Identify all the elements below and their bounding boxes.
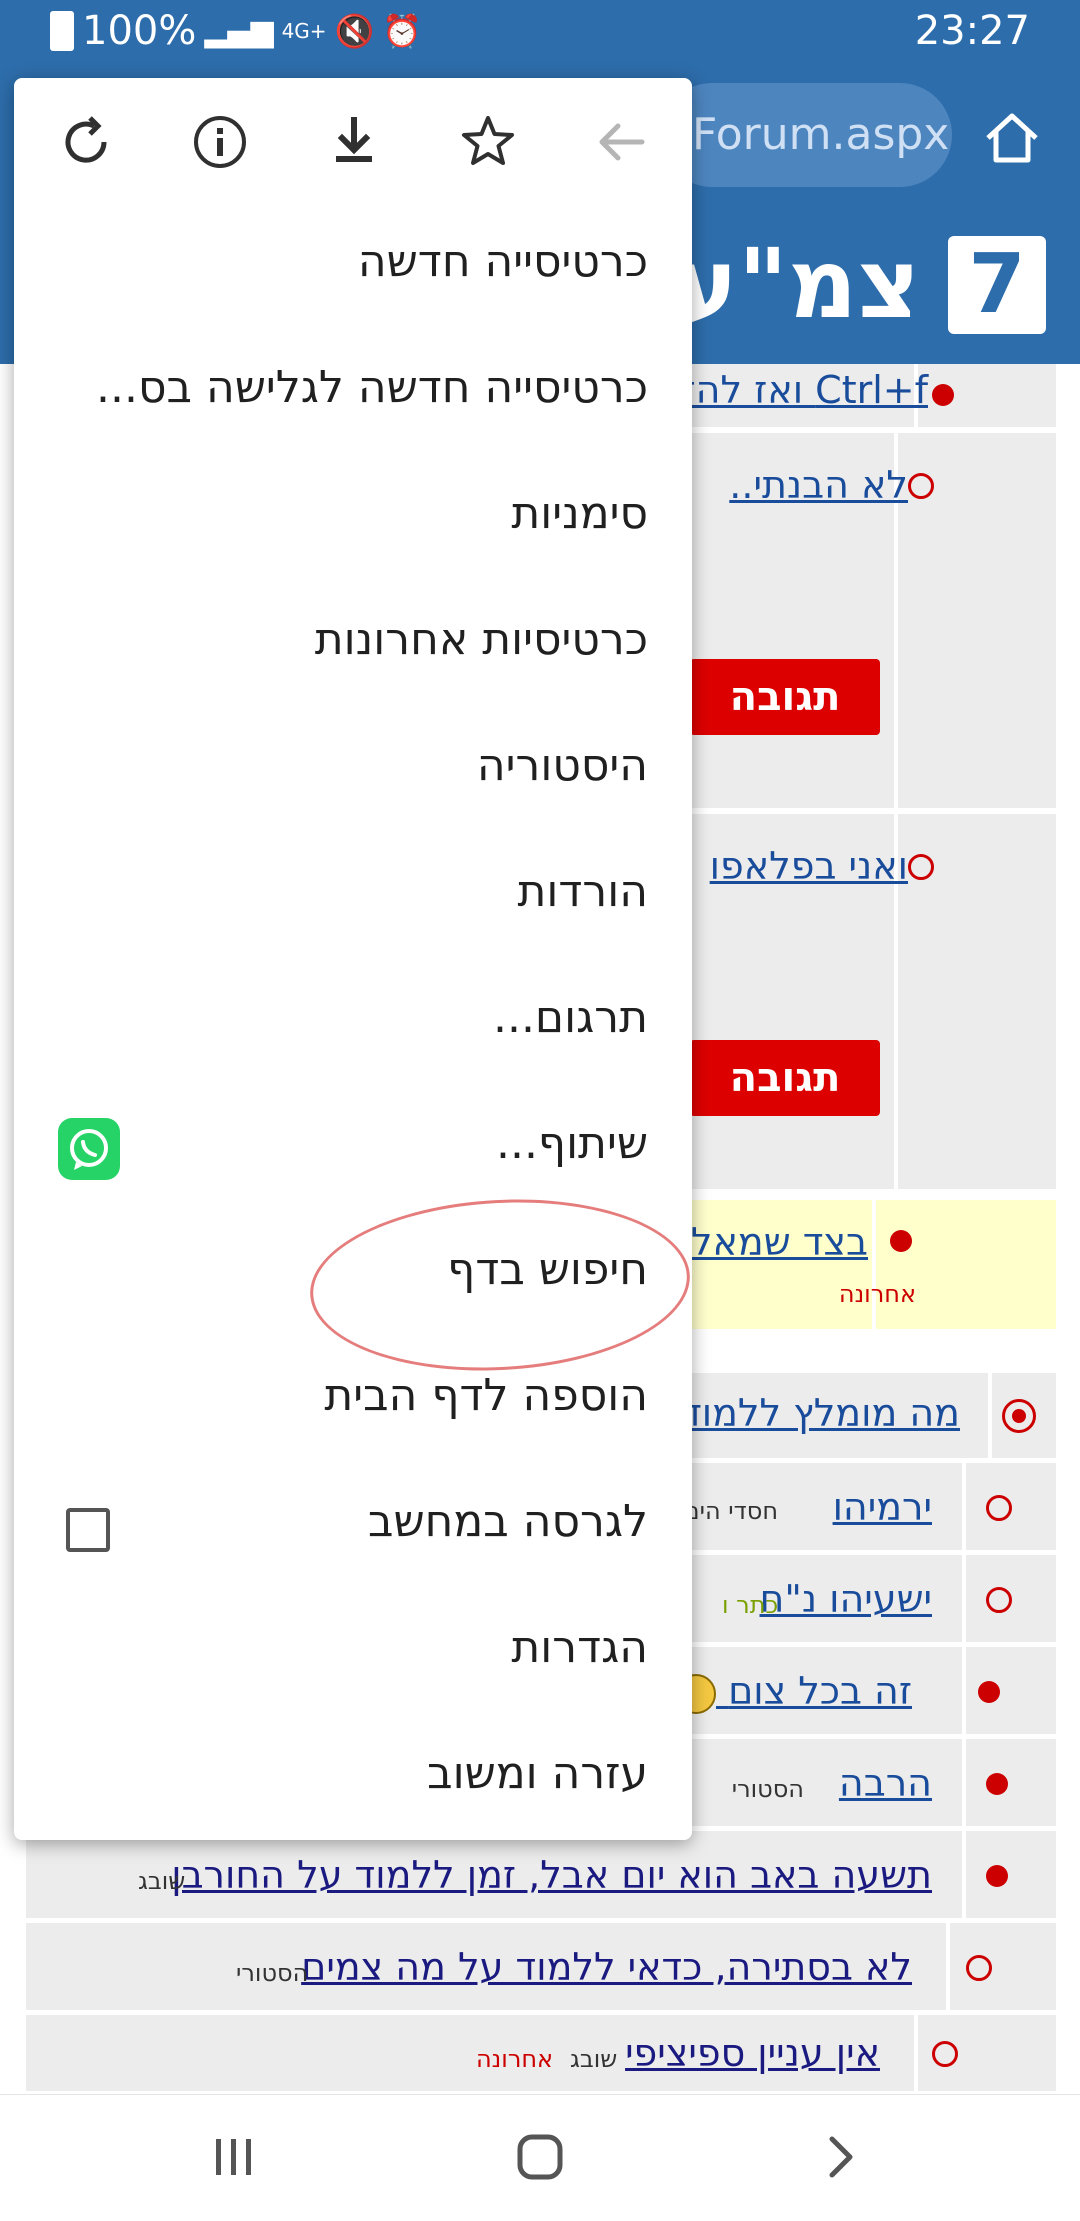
alarm-icon: ⏰ [382,12,423,50]
signal-icon: ▂▄▆ [204,13,274,49]
url-field[interactable]: Forum.aspx [660,83,952,187]
menu-item-label: כרטיסייה חדשה לגלישה בס... [96,362,648,413]
menu-item-add-to-home[interactable]: הוספה לדף הבית [14,1342,692,1468]
menu-item-label: הגדרות [511,1622,648,1673]
read-bullet-icon [966,1955,992,1981]
menu-item-new-incognito-tab[interactable]: כרטיסייה חדשה לגלישה בס... [14,334,692,460]
download-icon[interactable] [322,110,386,174]
latest-label: אחרונה [838,1280,916,1308]
menu-item-settings[interactable]: הגדרות [14,1594,692,1720]
whatsapp-icon[interactable] [58,1118,120,1180]
author-label: הסטורי [731,1775,804,1803]
star-icon[interactable] [456,110,520,174]
read-bullet-icon [986,1495,1012,1521]
status-left: 100% ▂▄▆ 4G+ 🔇 ⏰ [50,8,422,54]
menu-item-translate[interactable]: תרגום... [14,964,692,1090]
clock: 23:27 [914,8,1030,54]
menu-item-label: הורדות [517,866,649,917]
home-icon[interactable] [980,106,1044,170]
status-bar: 100% ▂▄▆ 4G+ 🔇 ⏰ 23:27 [0,0,1080,66]
author-label: כתר ו [722,1591,779,1619]
author-label: הסטורי [236,1959,309,1987]
unread-bullet-icon [932,384,954,406]
read-bullet-icon [932,2041,958,2067]
menu-item-help-feedback[interactable]: עזרה ומשוב [14,1720,692,1846]
thread-title: זה בכל צום [728,1669,912,1713]
mute-icon: 🔇 [334,12,375,50]
menu-item-label: סימניות [511,488,648,539]
table-row: אין עניין ספיציפי שובג אחרונה [26,2015,1056,2094]
recent-apps-icon[interactable] [212,2129,256,2185]
thread-link[interactable]: בצד שמאל [691,1220,868,1264]
browser-overflow-menu: כרטיסייה חדשה כרטיסייה חדשה לגלישה בס...… [14,78,692,1840]
latest-label: אחרונה [476,2045,554,2073]
menu-item-new-tab[interactable]: כרטיסייה חדשה [14,208,692,334]
thread-link[interactable]: ירמיהו [833,1485,932,1529]
menu-item-label: עזרה ומשוב [427,1748,648,1799]
menu-item-label: הוספה לדף הבית [324,1370,648,1421]
thread-link[interactable]: זה בכל צום [670,1669,912,1714]
menu-item-share[interactable]: שיתוף... [14,1090,692,1216]
menu-item-downloads[interactable]: הורדות [14,838,692,964]
reply-button[interactable]: תגובה [690,659,880,735]
unread-bullet-icon [986,1865,1008,1887]
system-nav-bar [0,2094,1080,2221]
menu-toolbar [14,78,692,204]
site-logo[interactable]: 7 [948,236,1046,334]
thread-link[interactable]: ואני בפלאפו [710,844,908,888]
unread-bullet-icon [890,1230,912,1252]
menu-item-bookmarks[interactable]: סימניות [14,460,692,586]
thread-link[interactable]: ישעיהו נ"ח [760,1577,932,1621]
unread-bullet-icon [986,1773,1008,1795]
battery-percent: 100% [82,8,197,54]
thread-link[interactable]: מה מומלץ ללמוד ו [659,1391,960,1435]
menu-item-label: לגרסה במחשב [368,1496,648,1547]
read-bullet-icon [986,1587,1012,1613]
info-icon[interactable] [188,110,252,174]
unread-bullet-icon [978,1681,1000,1703]
table-row: לא בסתירה, כדאי ללמוד על מה צמים הסטורי [26,1923,1056,2013]
menu-item-label: תרגום... [492,992,648,1043]
thread-link[interactable]: תשעה באב הוא יום אבל, זמן ללמוד על החורב… [171,1853,932,1897]
thread-link[interactable]: לא בסתירה, כדאי ללמוד על מה צמים [301,1945,912,1989]
author-label: שובג [570,2045,618,2073]
author-label: חסדי הים [683,1497,778,1525]
site-title: צמ"ע [673,228,920,340]
menu-item-recent-tabs[interactable]: כרטיסיות אחרונות [14,586,692,712]
author-label: שובג [138,1867,186,1895]
back-nav-icon[interactable] [818,2129,862,2185]
reload-icon[interactable] [54,110,118,174]
menu-item-label: כרטיסיות אחרונות [314,614,648,665]
battery-icon [50,11,74,51]
thread-link[interactable]: אין עניין ספיציפי [625,2031,880,2075]
thread-link[interactable]: הרבה [839,1761,932,1805]
thread-link[interactable]: Ctrl+f ואז להז [683,368,929,412]
network-type: 4G+ [281,19,327,43]
read-bullet-icon [908,473,934,499]
thread-link[interactable]: לא הבנתי.. [729,463,908,507]
menu-item-label: כרטיסייה חדשה [357,236,648,287]
menu-item-desktop-site[interactable]: לגרסה במחשב [14,1468,692,1594]
desktop-site-checkbox[interactable] [66,1508,110,1552]
selected-bullet-icon [1002,1399,1036,1433]
menu-item-history[interactable]: היסטוריה [14,712,692,838]
menu-item-label: היסטוריה [476,740,648,791]
back-arrow-icon[interactable] [590,110,654,174]
read-bullet-icon [908,854,934,880]
reply-button[interactable]: תגובה [690,1040,880,1116]
home-nav-icon[interactable] [512,2129,568,2185]
menu-item-label: שיתוף... [495,1118,648,1169]
